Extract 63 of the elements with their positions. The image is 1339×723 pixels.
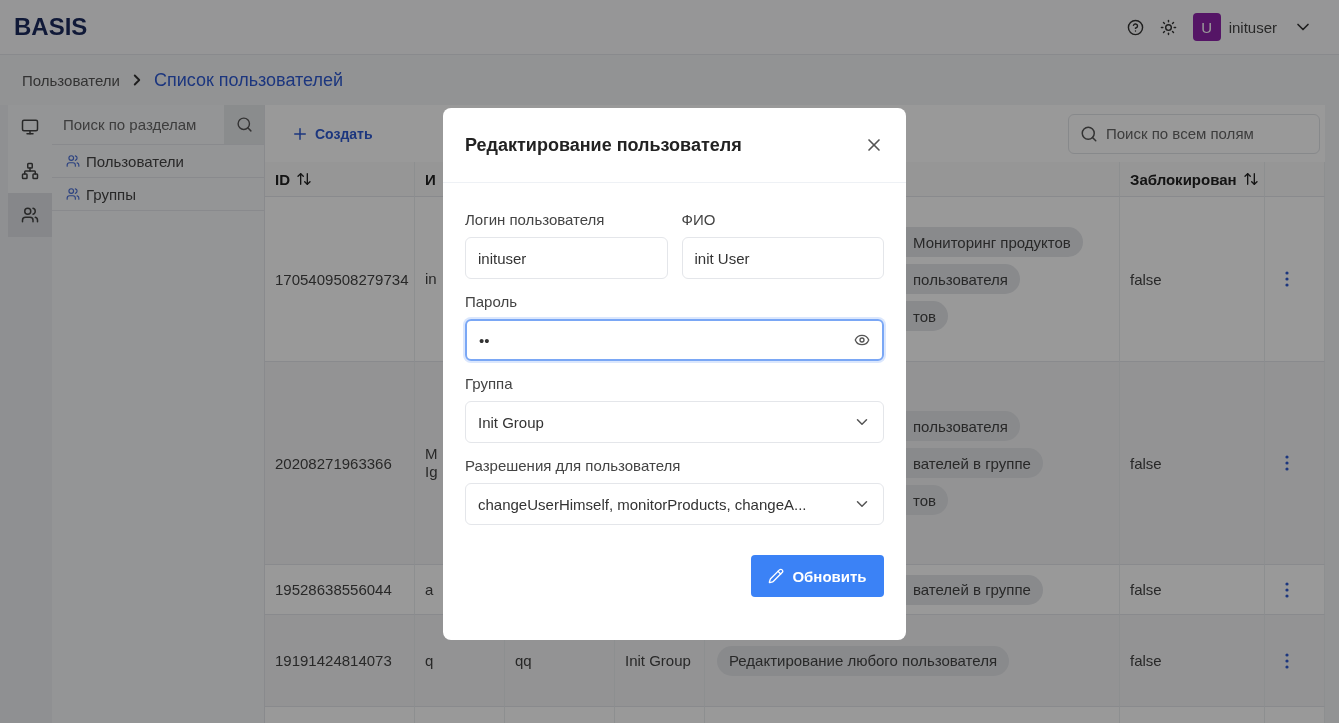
more-icon: [1285, 652, 1289, 669]
pencil-icon: [768, 568, 785, 584]
more-button[interactable]: [1283, 453, 1291, 473]
eye-icon[interactable]: [854, 332, 870, 348]
cell-text: qq: [515, 652, 532, 669]
password-input[interactable]: ••: [479, 331, 846, 349]
input-field[interactable]: ••: [465, 319, 884, 361]
more-icon: [1285, 271, 1289, 287]
field-label: Группа: [465, 375, 514, 392]
update-button[interactable]: Обновить: [751, 555, 884, 597]
more-button[interactable]: [1283, 269, 1291, 289]
sort-icon[interactable]: [1242, 171, 1259, 187]
nav-label: Группы: [86, 185, 136, 203]
breadcrumb-item[interactable]: Пользователи: [22, 71, 120, 89]
permission-tag: Редактирование любого пользователя: [717, 645, 1009, 676]
cell-text: false: [1130, 652, 1162, 669]
users-icon: [66, 154, 80, 168]
search-icon: [235, 116, 253, 133]
select-value: Init Group: [478, 413, 545, 431]
logo: BASIS: [14, 13, 88, 41]
rail-icon: [21, 206, 39, 224]
rail-icon: [21, 118, 39, 136]
cell-text: false: [1130, 454, 1162, 472]
cell-text: 19191424814073: [275, 652, 392, 669]
input-field[interactable]: inituser: [465, 237, 668, 279]
cell-text: 19528638556044: [275, 581, 392, 598]
sort-icon[interactable]: [296, 171, 312, 187]
field-label: Разрешения для пользователя: [465, 457, 682, 474]
cell-text: 1705409508279734: [275, 270, 409, 288]
field-label: ФИО: [681, 211, 717, 228]
field-label: Логин пользователя: [465, 211, 606, 228]
rail-button[interactable]: [8, 193, 52, 237]
sun-icon[interactable]: [1159, 18, 1177, 36]
header-label: Заблокирован: [1130, 170, 1237, 188]
cell-text: Init Group: [625, 652, 691, 669]
search-button[interactable]: [224, 105, 264, 144]
cell-text: in: [425, 270, 437, 288]
input-field[interactable]: init User: [681, 237, 884, 279]
cell-text: 20208271963366: [275, 454, 392, 472]
rail-icon: [21, 162, 39, 180]
cell-text: q: [425, 651, 434, 670]
select-field[interactable]: Init Group: [465, 401, 884, 443]
header-label: И: [425, 170, 436, 188]
cell-text: false: [1130, 581, 1162, 598]
help-icon[interactable]: [1126, 18, 1144, 36]
search-field[interactable]: Поиск по всем полям: [1068, 113, 1320, 154]
field-label: Пароль: [465, 293, 519, 310]
select-field[interactable]: changeUserHimself, monitorProducts, changeA...: [465, 483, 884, 525]
dialog-title: Редактирование пользователя: [465, 134, 742, 156]
search-icon: [1080, 124, 1098, 143]
avatar[interactable]: U: [1192, 13, 1221, 41]
more-icon: [1285, 581, 1289, 598]
user-name[interactable]: inituser: [1228, 18, 1277, 36]
nav-label: Пользователи: [86, 152, 184, 170]
more-icon: [1285, 455, 1289, 471]
users-icon: [66, 187, 80, 201]
text-input[interactable]: inituser: [478, 249, 655, 267]
create-button[interactable]: Создать: [287, 120, 377, 147]
breadcrumb-item: Список пользователей: [153, 69, 344, 91]
cell-text: M Ig: [425, 445, 439, 481]
header-label: ID: [275, 170, 290, 188]
cell-text: a: [425, 580, 434, 599]
cell-text: false: [1130, 270, 1162, 288]
